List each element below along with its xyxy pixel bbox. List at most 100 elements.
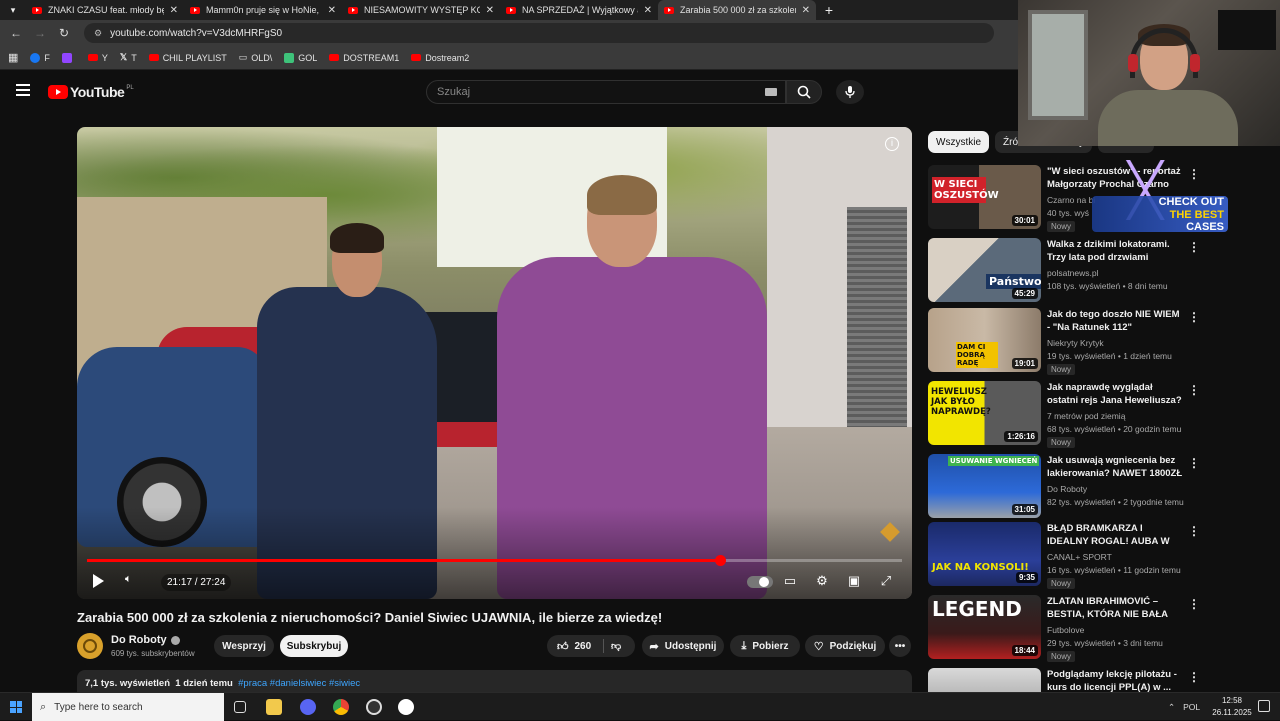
recommendation-title[interactable]: Walka z dzikimi lokatorami. Trzy lata po… <box>1047 239 1185 265</box>
more-options-icon[interactable]: ⋮ <box>1188 383 1200 397</box>
hashtags[interactable]: #praca #danielsiwiec #siwiec <box>238 678 360 689</box>
thumbs-down-icon[interactable]: 👎︎ <box>611 640 621 652</box>
new-tab-button[interactable]: + <box>816 2 842 18</box>
close-tab-icon[interactable]: ✕ <box>486 5 494 16</box>
notifications-icon[interactable] <box>1258 700 1270 712</box>
discord-icon[interactable] <box>300 699 316 715</box>
clock[interactable]: 12:58 26.11.2025 <box>1208 695 1256 719</box>
tray-chevron-icon[interactable]: ⌃ <box>1168 702 1175 713</box>
download-button[interactable]: ⤓ Pobierz <box>730 635 800 657</box>
info-icon[interactable]: i <box>885 137 899 151</box>
voice-search-button[interactable] <box>836 80 864 104</box>
browser-tab[interactable]: ZNAKI CZASU feat. młody bęben ✕ <box>26 0 184 20</box>
browser-tab-active[interactable]: Zarabia 500 000 zł za szkolenia ✕ <box>658 0 816 20</box>
obs-icon[interactable] <box>366 699 382 715</box>
windows-start-icon[interactable] <box>10 701 22 713</box>
thumbnail[interactable]: USUWANIE WGNIECEŃ 31:05 <box>928 454 1041 518</box>
bookmark[interactable]: Dostream2 <box>411 53 469 63</box>
autoplay-toggle[interactable] <box>747 576 773 588</box>
browser-tab[interactable]: NA SPRZEDAŻ | Wyjątkowy apa ✕ <box>500 0 658 20</box>
recommendation-channel[interactable]: CANAL+ SPORT <box>1047 552 1112 562</box>
recommendation-channel[interactable]: Futbolove <box>1047 625 1084 635</box>
recommendation-item[interactable]: Podglądamy lekcję pilotażu - kurs do lic… <box>928 668 1273 692</box>
recommendation-channel[interactable]: 7 metrów pod ziemią <box>1047 411 1125 421</box>
thumbnail[interactable]: LEGEND 18:44 <box>928 595 1041 659</box>
recommendation-title[interactable]: Jak usuwają wgniecenia bez lakierowania?… <box>1047 455 1185 481</box>
support-button[interactable]: Wesprzyj <box>214 635 274 657</box>
close-tab-icon[interactable]: ✕ <box>328 5 336 16</box>
bookmark[interactable]: CHIL PLAYLIST <box>148 53 227 63</box>
recommendation-channel[interactable]: Czarno na bi <box>1047 195 1095 205</box>
more-options-icon[interactable]: ⋮ <box>1188 524 1200 538</box>
recommendation-item[interactable]: USUWANIE WGNIECEŃ 31:05 Jak usuwają wgni… <box>928 454 1273 524</box>
back-arrow-icon[interactable]: ← <box>4 26 28 40</box>
tab-search-chevron-icon[interactable]: ▾ <box>0 0 26 20</box>
more-options-icon[interactable]: ⋮ <box>1188 456 1200 470</box>
file-explorer-icon[interactable] <box>266 699 282 715</box>
site-info-icon[interactable]: ⚙ <box>94 28 102 39</box>
like-count[interactable]: 260 <box>575 641 592 652</box>
more-actions-icon[interactable]: ••• <box>889 635 911 657</box>
recommendation-item[interactable]: LEGEND 18:44 ZLATAN IBRAHIMOVIĆ – BESTIA… <box>928 595 1273 665</box>
thumbnail[interactable]: DAM CI DOBRĄ RADĘ 19:01 <box>928 308 1041 372</box>
recommendation-channel[interactable]: Do Roboty <box>1047 484 1087 494</box>
recommendation-item[interactable]: JAK NA KONSOLI! 9:35 BŁĄD BRAMKARZA I ID… <box>928 522 1273 592</box>
forward-arrow-icon[interactable]: → <box>28 26 52 40</box>
recommendation-title[interactable]: Podglądamy lekcję pilotażu - kurs do lic… <box>1047 669 1185 692</box>
description-box[interactable]: 7,1 tys. wyświetleń 1 dzień temu #praca … <box>77 670 912 694</box>
browser-tab[interactable]: NIESAMOWITY WYSTĘP KOCHAN ✕ <box>342 0 500 20</box>
browser-tab[interactable]: Mamm0n pruje się w HoNie, pro ✕ <box>184 0 342 20</box>
recommendation-title[interactable]: Jak naprawdę wyglądał ostatni rejs Jana … <box>1047 382 1185 408</box>
bookmark[interactable]: GOL <box>284 52 317 63</box>
close-tab-icon[interactable]: ✕ <box>802 5 810 16</box>
recommendation-item[interactable]: Państwo 45:29 Walka z dzikimi lokatorami… <box>928 238 1273 308</box>
bookmark-folder[interactable]: ▭ OLD\ <box>239 52 273 63</box>
bookmark[interactable]: F <box>30 52 50 63</box>
subscribe-button[interactable]: Subskrybuj <box>280 635 348 657</box>
app-icon[interactable] <box>398 699 414 715</box>
settings-gear-icon[interactable]: ⚙ <box>814 573 830 589</box>
recommendation-item[interactable]: DAM CI DOBRĄ RADĘ 19:01 Jak do tego dosz… <box>928 308 1273 378</box>
thanks-button[interactable]: ♡ Podziękuj <box>805 635 885 657</box>
menu-icon[interactable] <box>16 84 30 99</box>
bookmark[interactable]: DOSTREAM1 <box>329 53 399 63</box>
bookmark[interactable]: 𝕏T <box>120 52 137 63</box>
close-tab-icon[interactable]: ✕ <box>170 5 178 16</box>
chrome-icon[interactable] <box>333 699 349 715</box>
channel-avatar[interactable] <box>77 633 103 659</box>
more-options-icon[interactable]: ⋮ <box>1188 240 1200 254</box>
recommendation-item[interactable]: HEWELIUSZ JAK BYŁO NAPRAWDĘ? 1:26:16 Jak… <box>928 381 1273 451</box>
video-player[interactable]: i 🔈︎ 21:17 / 27:24 ▭ ⚙ ▣ ⤢ <box>77 127 912 599</box>
recommendation-title[interactable]: Jak do tego doszło NIE WIEM - "Na Ratune… <box>1047 309 1185 335</box>
recommendation-title[interactable]: BŁĄD BRAMKARZA I IDEALNY ROGAL! AUBA W T… <box>1047 523 1185 549</box>
more-options-icon[interactable]: ⋮ <box>1188 310 1200 324</box>
thumbnail[interactable]: Państwo 45:29 <box>928 238 1041 302</box>
keyboard-icon[interactable] <box>765 88 777 96</box>
language-indicator[interactable]: POL <box>1183 702 1200 712</box>
subtitles-icon[interactable]: ▭ <box>782 573 798 589</box>
url-field[interactable]: ⚙ youtube.com/watch?v=V3dcMHRFgS0 <box>84 23 994 43</box>
volume-icon[interactable]: 🔈︎ <box>125 573 132 586</box>
miniplayer-icon[interactable]: ▣ <box>846 573 862 589</box>
recommendation-channel[interactable]: Niekryty Krytyk <box>1047 338 1104 348</box>
thumbnail[interactable]: JAK NA KONSOLI! 9:35 <box>928 522 1041 586</box>
search-input[interactable]: Szukaj <box>426 80 786 104</box>
share-button[interactable]: ➦ Udostępnij <box>642 635 724 657</box>
more-options-icon[interactable]: ⋮ <box>1188 670 1200 684</box>
fullscreen-icon[interactable]: ⤢ <box>878 573 894 589</box>
thumbnail[interactable]: W SIECI OSZUSTÓW 30:01 <box>928 165 1041 229</box>
apps-grid-icon[interactable]: ▦ <box>8 51 18 64</box>
chip-all[interactable]: Wszystkie <box>928 131 989 153</box>
youtube-logo[interactable]: YouTube PL <box>48 84 134 100</box>
channel-name-link[interactable]: Do Roboty <box>111 634 180 646</box>
task-view-icon[interactable] <box>234 701 246 713</box>
thumbnail[interactable]: HEWELIUSZ JAK BYŁO NAPRAWDĘ? 1:26:16 <box>928 381 1041 445</box>
reload-icon[interactable]: ↻ <box>52 26 76 40</box>
more-options-icon[interactable]: ⋮ <box>1188 597 1200 611</box>
play-icon[interactable] <box>93 574 104 588</box>
taskbar-search-input[interactable]: ⌕ Type here to search <box>32 693 224 721</box>
thumbs-up-icon[interactable]: 👍︎ <box>557 640 569 653</box>
search-button[interactable] <box>786 80 822 104</box>
recommendation-channel[interactable]: polsatnews.pl <box>1047 268 1099 278</box>
bookmark[interactable]: Y <box>87 53 108 63</box>
